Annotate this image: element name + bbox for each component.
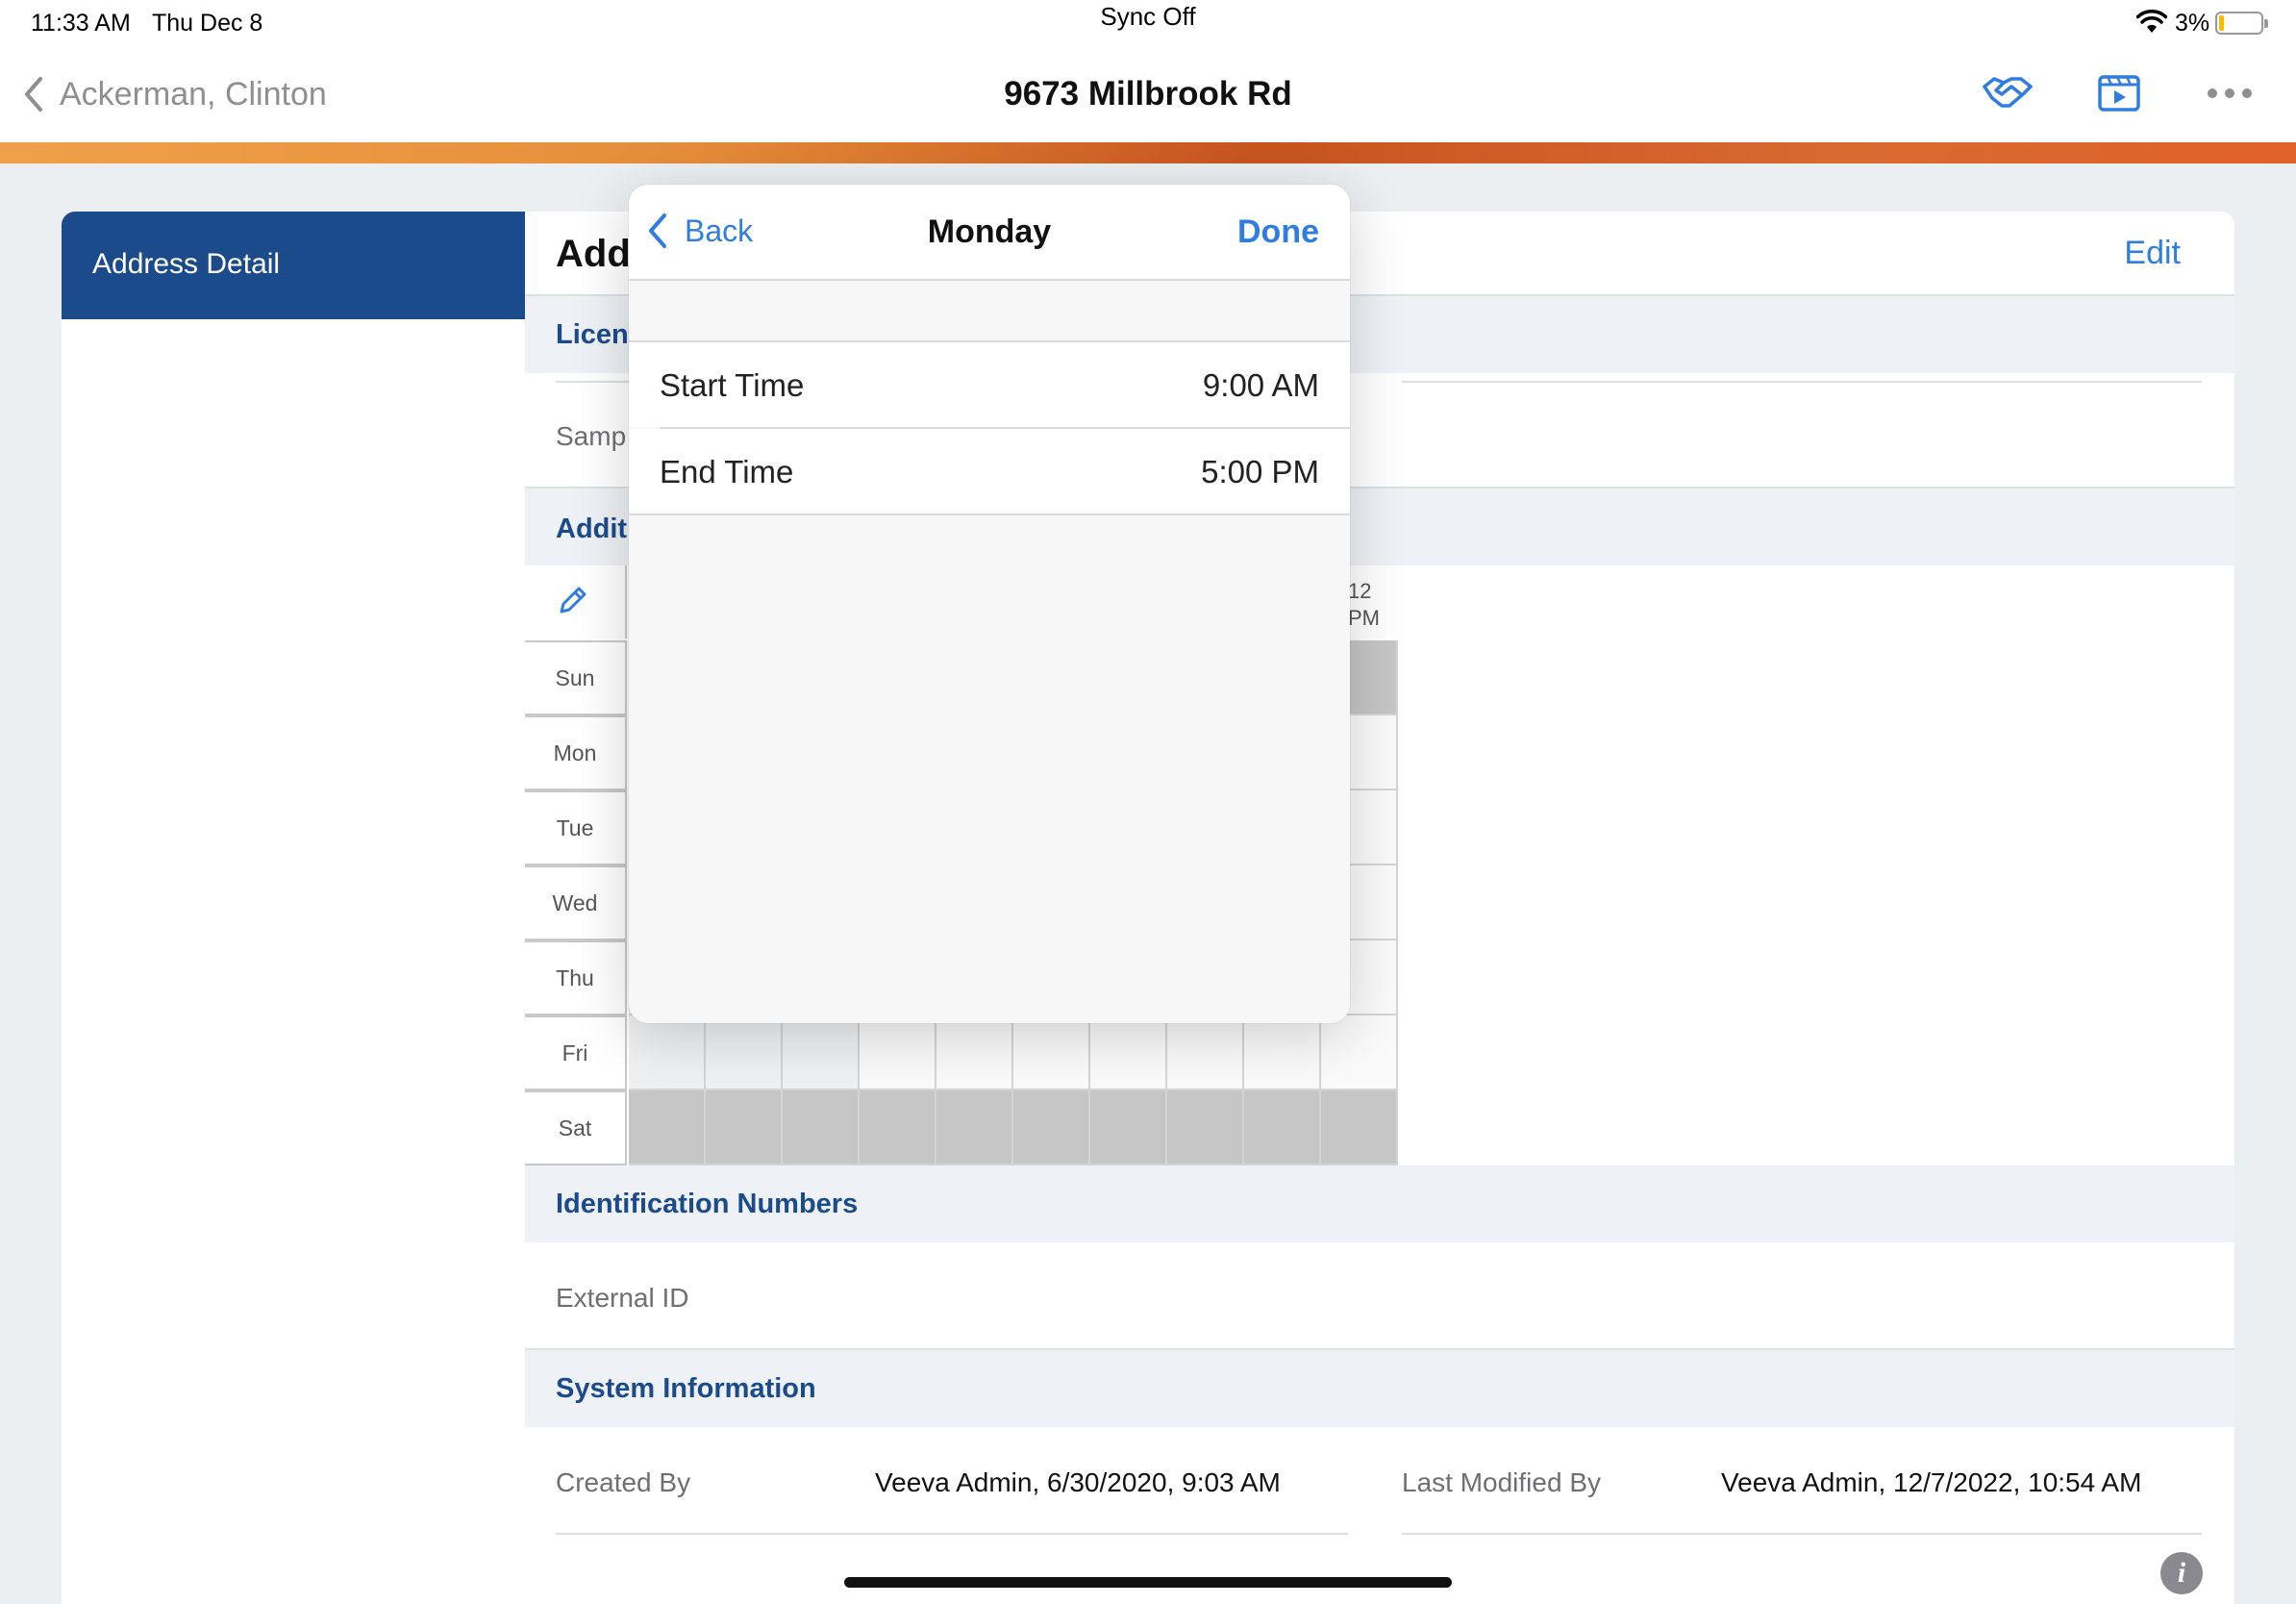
end-time-value: 5:00 PM xyxy=(1201,454,1319,489)
battery-icon xyxy=(2215,12,2268,35)
schedule-cell[interactable] xyxy=(1244,1015,1321,1090)
page-title: 9673 Millbrook Rd xyxy=(1004,75,1292,113)
schedule-cell[interactable] xyxy=(629,1015,706,1090)
video-button[interactable] xyxy=(2092,71,2146,113)
schedule-cell[interactable] xyxy=(860,1090,936,1165)
sync-status: Sync Off xyxy=(1100,2,1196,31)
section-title: Add xyxy=(556,233,631,275)
schedule-day-thu: Thu xyxy=(525,940,627,1015)
schedule-cell[interactable] xyxy=(936,1090,1013,1165)
done-button[interactable]: Done xyxy=(1237,213,1319,251)
external-id-label: External ID xyxy=(556,1283,689,1313)
pencil-icon xyxy=(560,587,586,614)
schedule-cell[interactable] xyxy=(783,1015,860,1090)
popover-back-button[interactable]: Back xyxy=(646,212,753,250)
schedule-cell[interactable] xyxy=(1244,1090,1321,1165)
schedule-day-mon: Mon xyxy=(525,715,627,790)
hour-header-12: 12 xyxy=(1348,579,1372,603)
schedule-cell[interactable] xyxy=(1321,1015,1398,1090)
modified-by-label: Last Modified By xyxy=(1402,1467,1601,1497)
brand-accent-bar xyxy=(0,142,2296,163)
schedule-edit-button[interactable] xyxy=(525,565,627,639)
info-icon[interactable]: i xyxy=(2160,1552,2203,1594)
schedule-day-sun: Sun xyxy=(525,640,627,715)
schedule-cell[interactable] xyxy=(1167,1015,1244,1090)
schedule-cell[interactable] xyxy=(1090,1015,1167,1090)
popover-header: Back Monday Done xyxy=(629,185,1350,281)
more-icon xyxy=(2208,88,2217,98)
battery-percent: 3% xyxy=(2175,10,2210,37)
video-icon xyxy=(2098,75,2140,112)
schedule-cell[interactable] xyxy=(860,1015,936,1090)
license-field-label: Samp xyxy=(556,421,627,451)
popover-back-label: Back xyxy=(685,213,754,248)
start-time-label: Start Time xyxy=(660,367,805,403)
system-section-header: System Information xyxy=(525,1350,2234,1427)
handshake-button[interactable] xyxy=(1981,71,2034,113)
status-bar: 11:33 AM Thu Dec 8 Sync Off 3% xyxy=(0,0,2296,42)
edit-button[interactable]: Edit xyxy=(2124,235,2181,272)
identification-section-header: Identification Numbers xyxy=(525,1165,2234,1242)
schedule-cell[interactable] xyxy=(629,1090,706,1165)
chevron-left-icon xyxy=(649,213,666,248)
start-time-value: 9:00 AM xyxy=(1202,367,1319,403)
schedule-day-wed: Wed xyxy=(525,865,627,940)
sidebar: Address Detail xyxy=(62,212,525,1604)
schedule-cell[interactable] xyxy=(1013,1015,1090,1090)
home-indicator xyxy=(844,1577,1452,1588)
schedule-cell[interactable] xyxy=(1013,1090,1090,1165)
schedule-cell[interactable] xyxy=(1321,1090,1398,1165)
wifi-icon xyxy=(2136,10,2167,33)
schedule-day-fri: Fri xyxy=(525,1015,627,1090)
end-time-row[interactable]: End Time 5:00 PM xyxy=(629,429,1350,514)
more-button[interactable] xyxy=(2208,81,2252,106)
nav-bar: Ackerman, Clinton 9673 Millbrook Rd xyxy=(0,42,2296,142)
sidebar-item-address-detail[interactable]: Address Detail xyxy=(62,212,525,319)
schedule-day-tue: Tue xyxy=(525,790,627,865)
hour-header-pm: PM xyxy=(1348,606,1380,630)
created-by-label: Created By xyxy=(556,1467,691,1497)
created-by-value: Veeva Admin, 6/30/2020, 9:03 AM xyxy=(875,1467,1281,1497)
schedule-cell[interactable] xyxy=(783,1090,860,1165)
schedule-day-sat: Sat xyxy=(525,1090,627,1165)
schedule-cell[interactable] xyxy=(706,1090,783,1165)
back-button[interactable]: Ackerman, Clinton xyxy=(21,73,327,115)
modified-by-value: Veeva Admin, 12/7/2022, 10:54 AM xyxy=(1721,1467,2142,1497)
back-label: Ackerman, Clinton xyxy=(60,75,327,113)
schedule-cell[interactable] xyxy=(936,1015,1013,1090)
schedule-cell[interactable] xyxy=(1167,1090,1244,1165)
schedule-cell[interactable] xyxy=(706,1015,783,1090)
day-hours-popover: Back Monday Done Start Time 9:00 AM End … xyxy=(629,185,1350,1023)
start-time-row[interactable]: Start Time 9:00 AM xyxy=(629,342,1350,427)
handshake-icon xyxy=(1983,77,2033,108)
schedule-cell[interactable] xyxy=(1090,1090,1167,1165)
chevron-left-icon xyxy=(25,77,42,112)
end-time-label: End Time xyxy=(660,454,794,489)
